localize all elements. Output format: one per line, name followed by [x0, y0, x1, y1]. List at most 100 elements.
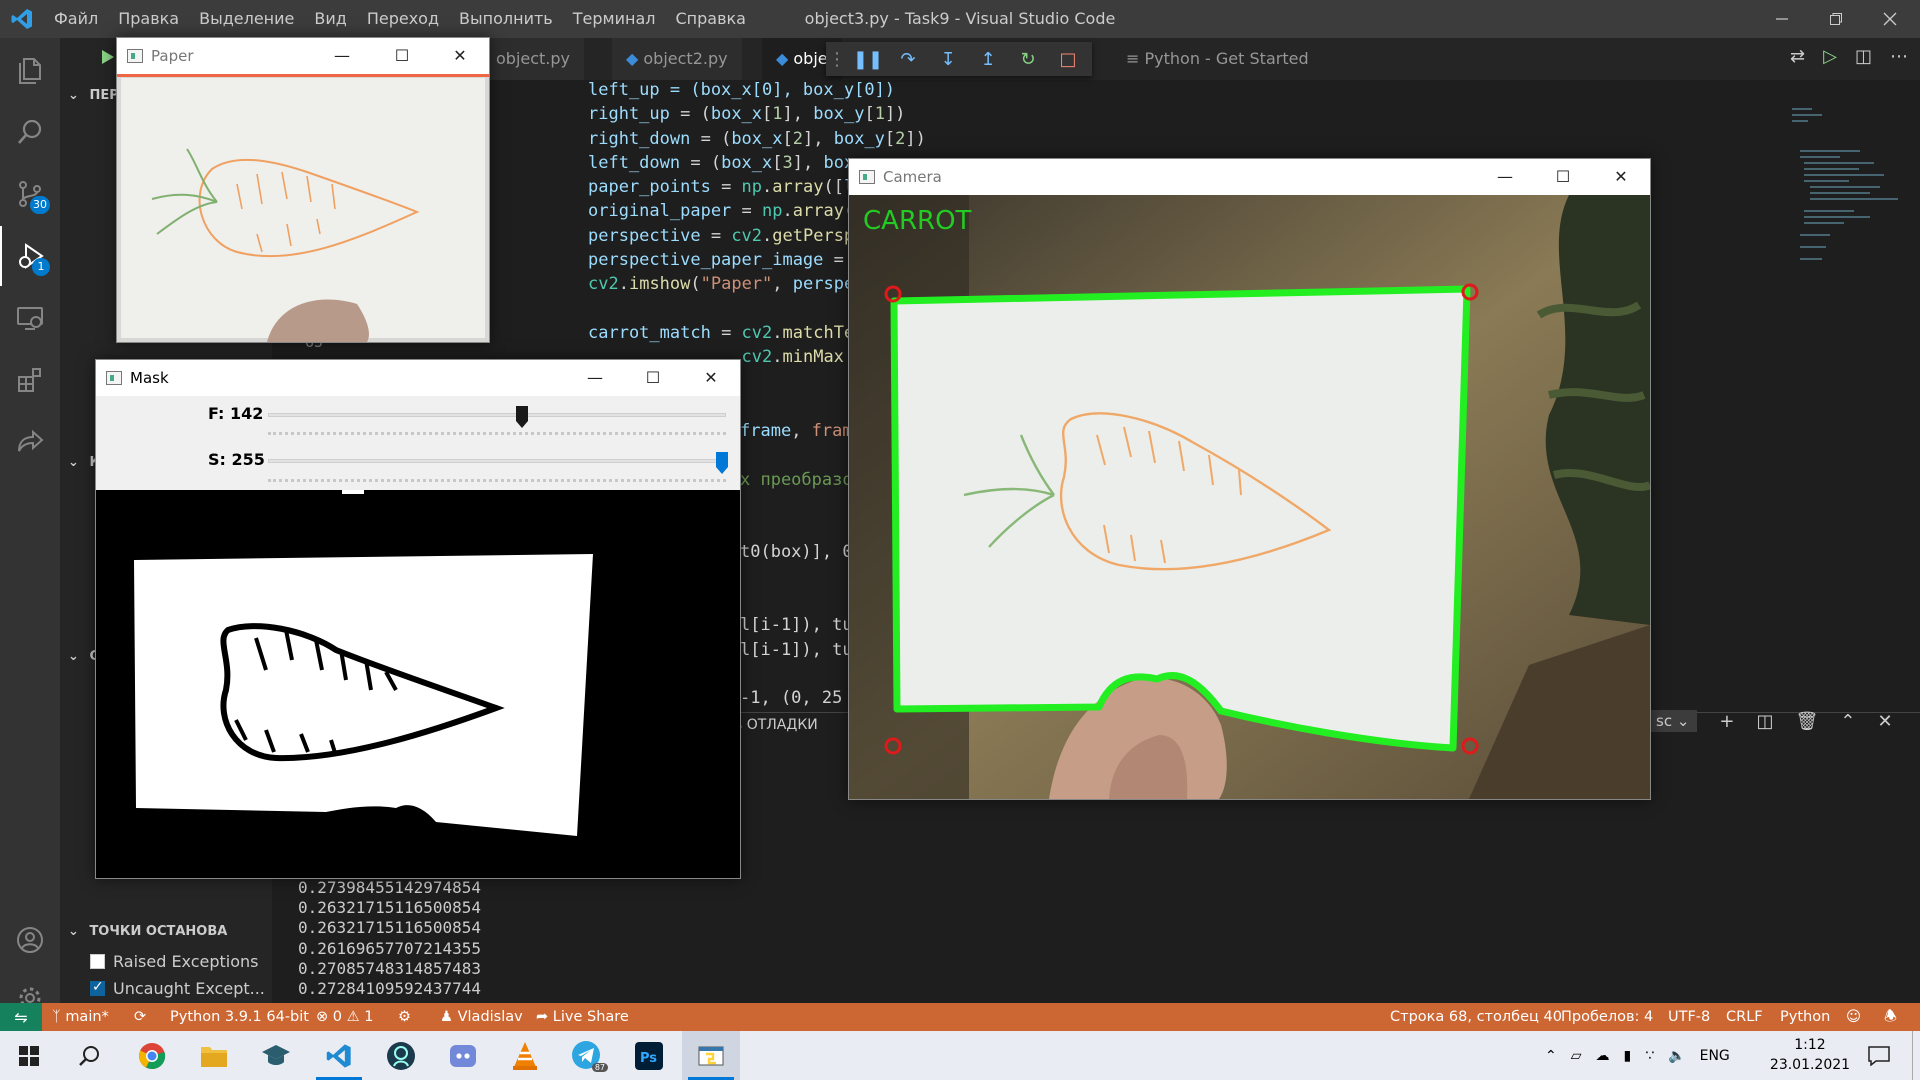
chrome-taskbar-button[interactable] — [123, 1031, 181, 1080]
minimize-button[interactable] — [1752, 0, 1812, 38]
accounts-button[interactable] — [0, 910, 60, 970]
photoshop-taskbar-button[interactable]: Ps — [620, 1031, 678, 1080]
menu-go[interactable]: Переход — [357, 0, 449, 38]
add-terminal-icon[interactable]: + — [1719, 711, 1734, 732]
slider-s-thumb[interactable] — [716, 452, 728, 474]
sync-button[interactable]: ⟳ — [134, 1003, 146, 1031]
slider-f-thumb[interactable] — [516, 406, 528, 428]
chevron-down-icon[interactable]: ⌄ — [68, 455, 79, 470]
battery-icon[interactable]: ▮ — [1624, 1048, 1632, 1064]
menu-run[interactable]: Выполнить — [449, 0, 563, 38]
minimize-button[interactable]: — — [1476, 159, 1534, 195]
volume-icon[interactable]: 🔈 — [1668, 1048, 1685, 1064]
search-button[interactable] — [0, 102, 60, 162]
problems-status[interactable]: ⊗ 0 ⚠ 1 — [316, 1003, 373, 1031]
paper-window[interactable]: Paper — ☐ ✕ — [116, 37, 490, 343]
close-button[interactable]: ✕ — [1592, 159, 1650, 195]
camera-window[interactable]: Camera — ☐ ✕ CARROT — [848, 158, 1651, 800]
maximize-button[interactable]: ☐ — [1534, 159, 1592, 195]
step-out-button[interactable]: ↥ — [968, 49, 1008, 70]
menu-file[interactable]: Файл — [44, 0, 108, 38]
extensions-button[interactable] — [0, 350, 60, 410]
input-language[interactable]: ENG — [1700, 1048, 1730, 1064]
app2-taskbar-button[interactable] — [372, 1031, 430, 1080]
maximize-button[interactable]: ☐ — [624, 360, 682, 396]
slider-f-track[interactable] — [268, 413, 726, 417]
mask-window[interactable]: Mask — ☐ ✕ F: 142 S: 255 — [95, 359, 741, 879]
show-desktop-button[interactable] — [1912, 1031, 1920, 1080]
python-taskbar-button[interactable] — [682, 1031, 740, 1080]
source-control-button[interactable]: 30 — [0, 164, 60, 224]
maximize-panel-icon[interactable]: ⌃ — [1840, 711, 1855, 732]
explorer-taskbar-button[interactable] — [185, 1031, 243, 1080]
close-button[interactable]: ✕ — [682, 360, 740, 396]
telegram-taskbar-button[interactable]: 87 — [558, 1031, 616, 1080]
live-share-status[interactable]: ➦ Live Share — [536, 1003, 629, 1031]
explorer-button[interactable] — [0, 40, 60, 100]
compare-icon[interactable]: ⇄ — [1790, 46, 1805, 67]
breakpoint-uncaught-exceptions[interactable]: Uncaught Except... — [90, 979, 265, 998]
menu-edit[interactable]: Правка — [108, 0, 189, 38]
minimap[interactable] — [1780, 100, 1900, 300]
close-panel-icon[interactable]: ✕ — [1877, 711, 1892, 732]
notifications-button[interactable]: 🕭 — [1884, 1003, 1897, 1031]
minimize-button[interactable]: — — [313, 38, 371, 74]
step-into-button[interactable]: ↧ — [928, 49, 968, 70]
feedback-button[interactable]: ☺ — [1846, 1003, 1861, 1031]
action-center-button[interactable] — [1850, 1031, 1908, 1080]
remote-button[interactable]: ⇋ — [0, 1003, 42, 1031]
restore-button[interactable] — [1806, 0, 1866, 38]
app-taskbar-button[interactable] — [247, 1031, 305, 1080]
drag-handle-icon[interactable]: ⋮ — [826, 49, 848, 70]
cloud-icon[interactable]: ☁ — [1596, 1048, 1610, 1064]
maximize-button[interactable]: ☐ — [373, 38, 431, 74]
mask-window-titlebar[interactable]: Mask — ☐ ✕ — [96, 360, 740, 396]
chevron-down-icon[interactable]: ⌄ — [68, 649, 79, 664]
python-interpreter[interactable]: Python 3.9.1 64-bit — [170, 1003, 309, 1031]
breakpoints-section-header[interactable]: ТОЧКИ ОСТАНОВА — [89, 924, 227, 939]
wifi-icon[interactable]: ∵ — [1645, 1048, 1654, 1064]
discord-taskbar-button[interactable] — [434, 1031, 492, 1080]
trash-icon[interactable]: 🗑 — [1796, 711, 1819, 732]
menu-view[interactable]: Вид — [304, 0, 356, 38]
camera-tray-icon[interactable]: ▱ — [1571, 1048, 1582, 1064]
cursor-position[interactable]: Строка 68, столбец 40 — [1390, 1003, 1562, 1031]
run-file-icon[interactable]: ▷ — [1823, 46, 1837, 67]
minimize-button[interactable]: — — [566, 360, 624, 396]
live-share-button[interactable] — [0, 412, 60, 472]
vlc-taskbar-button[interactable] — [496, 1031, 554, 1080]
menu-help[interactable]: Справка — [665, 0, 756, 38]
split-terminal-icon[interactable]: ◫ — [1757, 711, 1774, 732]
paper-window-titlebar[interactable]: Paper — ☐ ✕ — [117, 38, 489, 74]
tab-object2[interactable]: ◆ object2.py — [612, 38, 742, 80]
pause-button[interactable]: ❚❚ — [848, 49, 888, 70]
tab-python-get-started[interactable]: ≡ Python - Get Started — [1112, 38, 1323, 80]
breakpoint-raised-exceptions[interactable]: Raised Exceptions — [90, 952, 259, 971]
start-button[interactable] — [0, 1031, 58, 1080]
menu-terminal[interactable]: Терминал — [563, 0, 666, 38]
restart-button[interactable]: ↻ — [1008, 49, 1048, 70]
debug-console-tab[interactable]: ь ОТЛАДКИ — [734, 717, 818, 733]
checkbox[interactable] — [90, 954, 105, 969]
more-actions-icon[interactable]: ⋯ — [1890, 46, 1908, 67]
line-endings[interactable]: CRLF — [1726, 1003, 1763, 1031]
slider-s-track[interactable] — [268, 459, 726, 463]
tab-object[interactable]: object.py — [482, 38, 585, 80]
chevron-down-icon[interactable]: ⌄ — [68, 924, 79, 939]
tray-chevron-up-icon[interactable]: ⌃ — [1545, 1048, 1557, 1064]
account-status[interactable]: ♟ Vladislav — [440, 1003, 523, 1031]
stop-button[interactable]: □ — [1048, 49, 1088, 70]
language-mode[interactable]: Python — [1780, 1003, 1830, 1031]
run-debug-button[interactable]: 1 — [0, 226, 60, 286]
chevron-down-icon[interactable]: ⌄ — [68, 88, 79, 103]
close-button[interactable] — [1860, 0, 1920, 38]
taskbar-search-button[interactable] — [60, 1031, 118, 1080]
terminal-output[interactable]: 0.27398455142974854 0.26321715116500854 0.… — [298, 878, 481, 999]
checkbox[interactable] — [90, 979, 105, 996]
close-button[interactable]: ✕ — [431, 38, 489, 74]
vscode-taskbar-button[interactable] — [310, 1031, 368, 1080]
clock[interactable]: 1:12 23.01.2021 — [1765, 1035, 1855, 1075]
split-editor-icon[interactable]: ◫ — [1855, 46, 1872, 67]
indentation[interactable]: Пробелов: 4 — [1561, 1003, 1653, 1031]
run-status[interactable]: ⚙ — [398, 1003, 411, 1031]
